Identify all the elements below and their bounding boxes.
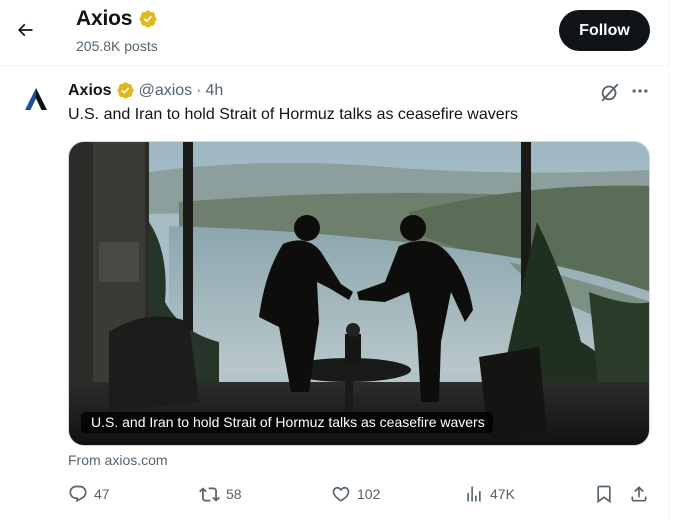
repost-count: 58 bbox=[226, 486, 242, 502]
repost-button[interactable]: 58 bbox=[199, 479, 242, 509]
more-options-button[interactable] bbox=[628, 79, 652, 103]
grok-button[interactable] bbox=[597, 79, 623, 105]
like-count: 102 bbox=[357, 486, 381, 502]
profile-name: Axios bbox=[76, 7, 133, 30]
reply-count: 47 bbox=[94, 486, 110, 502]
author-handle[interactable]: @axios bbox=[139, 82, 193, 100]
tweet[interactable]: Axios @axios · 4h U.S. and Iran to hold … bbox=[0, 67, 668, 520]
tweet-actions: 47 58 102 47K bbox=[68, 479, 652, 509]
tweet-text: U.S. and Iran to hold Strait of Hormuz t… bbox=[68, 106, 518, 123]
back-button[interactable] bbox=[8, 13, 42, 47]
link-card[interactable]: U.S. and Iran to hold Strait of Hormuz t… bbox=[68, 141, 650, 446]
separator-dot: · bbox=[196, 81, 202, 99]
axios-logo-icon bbox=[25, 88, 47, 110]
views-button[interactable]: 47K bbox=[464, 479, 515, 509]
back-arrow-icon bbox=[17, 23, 33, 37]
view-count: 47K bbox=[490, 486, 515, 502]
views-icon bbox=[467, 486, 481, 502]
header-title-row: Axios bbox=[76, 7, 158, 31]
card-caption: U.S. and Iran to hold Strait of Hormuz t… bbox=[81, 412, 493, 433]
like-button[interactable]: 102 bbox=[331, 479, 380, 509]
bookmark-icon bbox=[597, 485, 611, 504]
follow-button[interactable]: Follow bbox=[559, 10, 650, 51]
profile-header: Axios 205.8K posts Follow bbox=[0, 0, 668, 66]
reply-button[interactable]: 47 bbox=[68, 479, 110, 509]
verified-badge-icon bbox=[139, 10, 157, 28]
bookmark-button[interactable] bbox=[594, 479, 614, 509]
share-button[interactable] bbox=[629, 479, 649, 509]
tweet-header: Axios @axios · 4h bbox=[68, 81, 223, 100]
like-icon bbox=[332, 486, 350, 502]
column-divider bbox=[668, 0, 669, 520]
avatar[interactable] bbox=[16, 79, 56, 119]
author-name[interactable]: Axios bbox=[68, 82, 112, 100]
verified-badge-icon bbox=[116, 82, 134, 99]
post-count: 205.8K posts bbox=[76, 38, 158, 54]
share-icon bbox=[631, 486, 647, 502]
repost-icon bbox=[199, 486, 220, 502]
grok-icon bbox=[601, 83, 619, 102]
more-icon bbox=[632, 89, 648, 93]
card-image bbox=[69, 142, 649, 445]
timestamp[interactable]: 4h bbox=[206, 82, 224, 100]
card-source-link[interactable]: From axios.com bbox=[68, 452, 168, 468]
reply-icon bbox=[69, 485, 87, 503]
